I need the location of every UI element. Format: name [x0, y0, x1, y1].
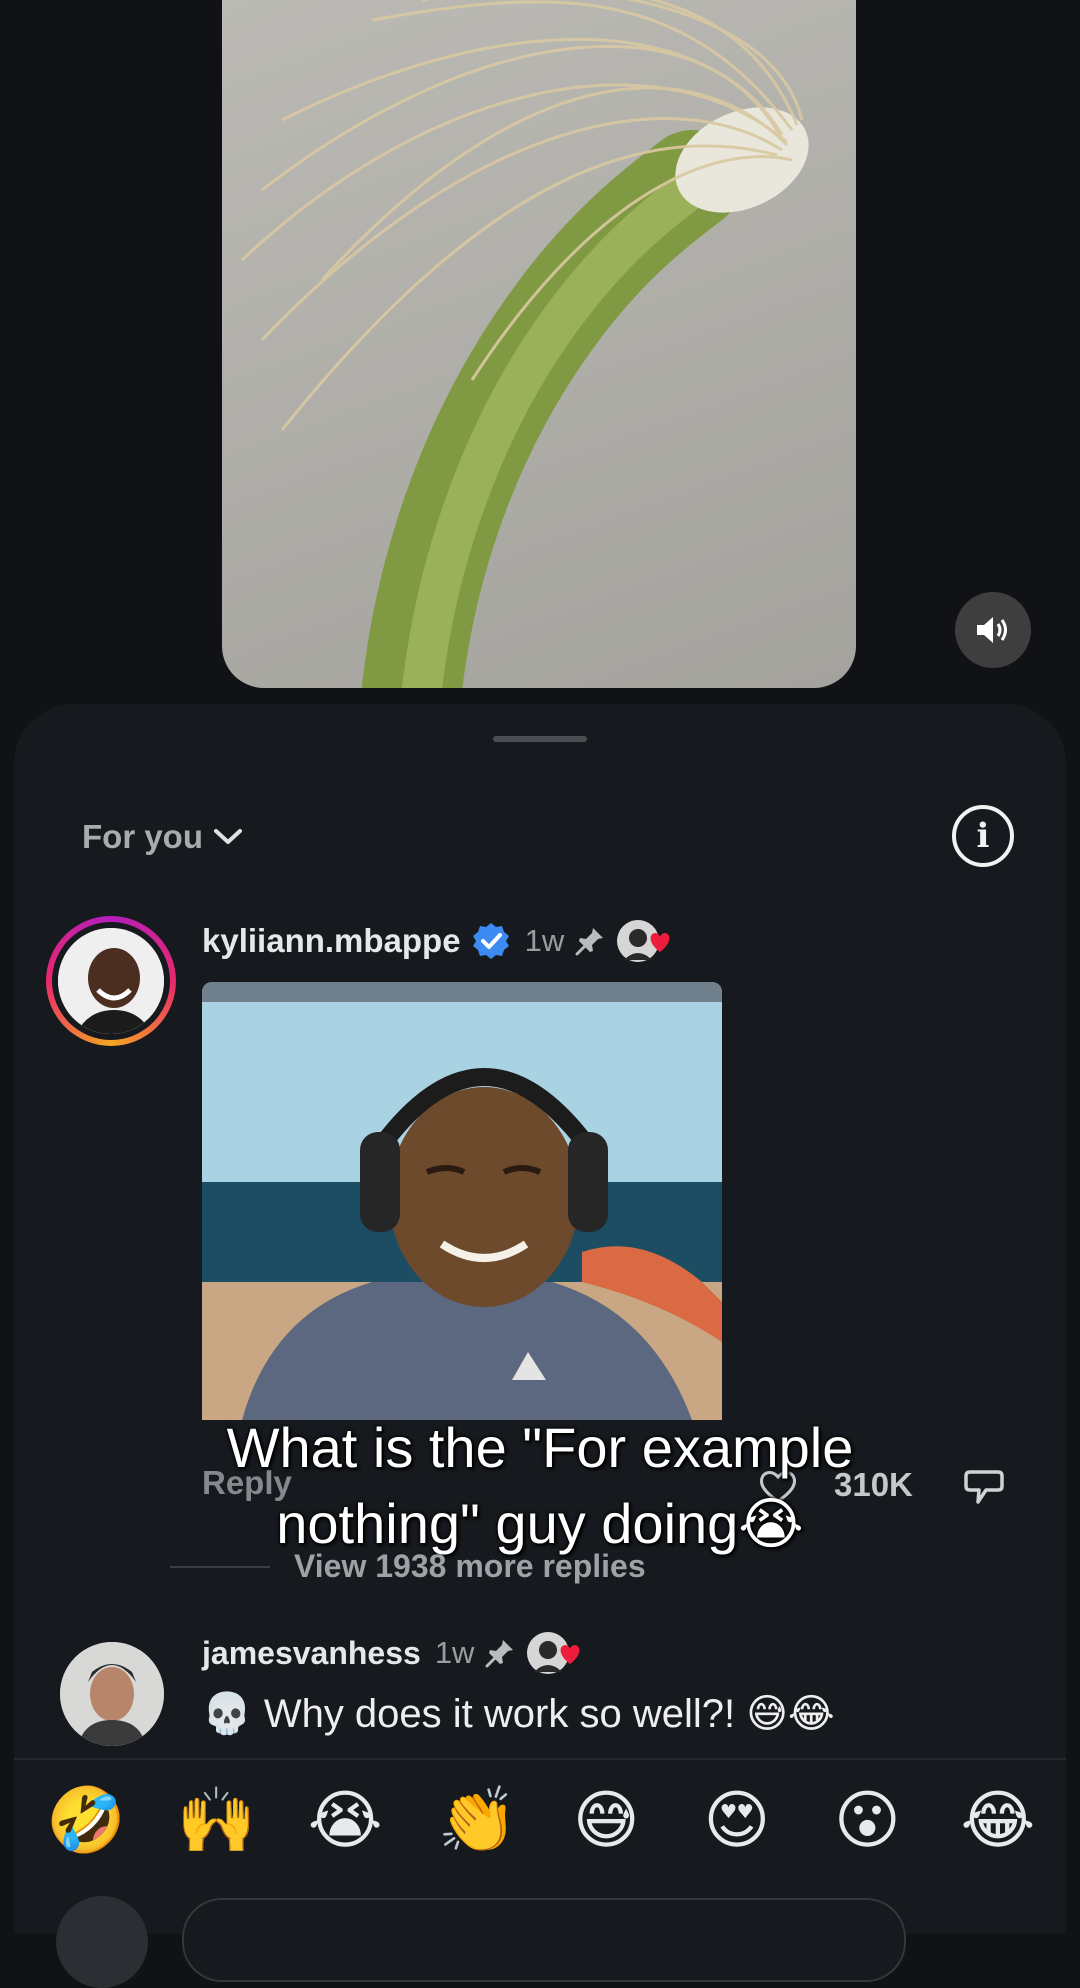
- avatar[interactable]: [60, 1642, 164, 1746]
- comments-filter-dropdown[interactable]: For you: [82, 818, 243, 856]
- emoji-raised-hands[interactable]: 🙌: [177, 1782, 257, 1858]
- comment-gif[interactable]: [202, 982, 722, 1420]
- emoji-joy[interactable]: 😂: [960, 1782, 1036, 1858]
- chevron-down-icon: [214, 829, 242, 844]
- emoji-clap[interactable]: 👏: [438, 1782, 518, 1858]
- comment-username[interactable]: jamesvanhess: [202, 1635, 421, 1672]
- emoji-bar-divider: [14, 1758, 1066, 1760]
- filter-label: For you: [82, 818, 203, 855]
- comment-header: kyliiann.mbappe 1w: [202, 918, 670, 964]
- video-image: [240, 0, 809, 688]
- comment-username[interactable]: kyliiann.mbappe: [202, 922, 461, 960]
- gif-image: [202, 982, 722, 1420]
- video-caption-overlay: What is the "For example nothing" guy do…: [140, 1410, 940, 1562]
- info-glyph: i: [976, 816, 990, 856]
- caption-line-1: What is the "For example: [226, 1416, 854, 1479]
- speaker-icon: [977, 617, 1007, 643]
- quick-emoji-bar: 🤣 🙌 😭 👏 😅 😍 😮 😂: [46, 1782, 1036, 1858]
- video-frame[interactable]: [222, 0, 856, 688]
- my-avatar: [56, 1896, 148, 1988]
- emoji-crying[interactable]: 😭: [307, 1782, 383, 1858]
- avatar-story-ring[interactable]: [46, 916, 176, 1046]
- skull-emoji: 💀: [202, 1692, 252, 1736]
- dislike-icon[interactable]: [962, 1464, 1006, 1508]
- emoji-sweat-smile[interactable]: 😅: [568, 1782, 644, 1858]
- video-area[interactable]: [0, 0, 1080, 710]
- avatar: [58, 928, 164, 1034]
- sound-toggle-button[interactable]: [955, 592, 1031, 668]
- comment-text: 💀 Why does it work so well?! 😅😂: [202, 1690, 835, 1737]
- info-icon[interactable]: i: [952, 805, 1014, 867]
- view-more-replies-button[interactable]: View 1938 more replies: [294, 1548, 646, 1585]
- emoji-surprised[interactable]: 😮: [829, 1782, 905, 1858]
- comment-time: 1w: [434, 1635, 475, 1670]
- verified-badge-icon: [472, 923, 509, 959]
- comment-body: Why does it work so well?! 😅😂: [263, 1691, 835, 1736]
- comment-header: jamesvanhess 1w: [202, 1630, 580, 1676]
- pin-icon: [575, 928, 604, 956]
- emoji-heart-eyes[interactable]: 😍: [699, 1782, 775, 1858]
- creator-liked-badge: [526, 1630, 580, 1676]
- pin-icon: [485, 1640, 514, 1668]
- replies-divider: [170, 1566, 270, 1568]
- add-comment-input[interactable]: [182, 1898, 906, 1982]
- comment-time: 1w: [524, 923, 565, 958]
- emoji-rofl[interactable]: 🤣: [46, 1782, 126, 1858]
- creator-liked-badge: [616, 918, 670, 964]
- sheet-drag-handle[interactable]: [493, 736, 587, 742]
